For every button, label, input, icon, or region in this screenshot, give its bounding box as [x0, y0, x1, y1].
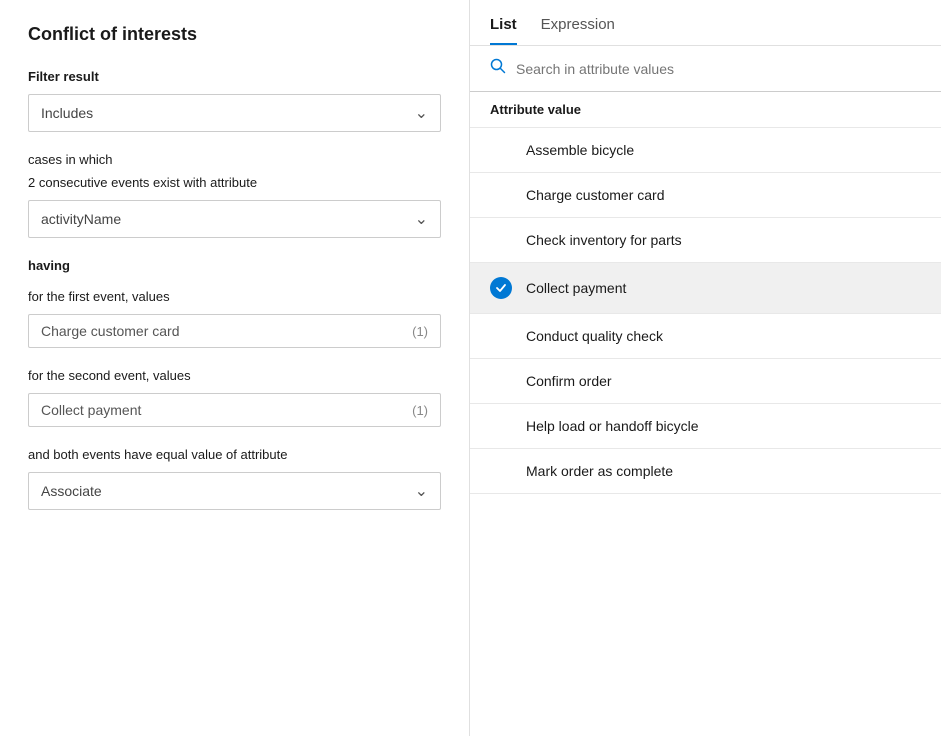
- left-panel: Conflict of interests Filter result Incl…: [0, 0, 470, 736]
- selected-check-icon: [490, 277, 512, 299]
- right-panel: List Expression Attribute value Assemble…: [470, 0, 941, 736]
- page-title: Conflict of interests: [28, 24, 441, 45]
- list-item[interactable]: Charge customer card: [470, 173, 941, 218]
- first-event-label: for the first event, values: [28, 289, 441, 304]
- filter-dropdown[interactable]: Includes ⌄: [28, 94, 441, 132]
- first-event-field[interactable]: Charge customer card (1): [28, 314, 441, 348]
- associate-dropdown-arrow-icon: ⌄: [415, 481, 428, 501]
- item-label-charge: Charge customer card: [526, 187, 665, 203]
- associate-dropdown[interactable]: Associate ⌄: [28, 472, 441, 510]
- list-item[interactable]: Check inventory for parts: [470, 218, 941, 263]
- second-event-value: Collect payment: [41, 402, 141, 418]
- cases-in-which-label: cases in which: [28, 152, 441, 167]
- first-event-count: (1): [412, 324, 428, 339]
- second-event-field[interactable]: Collect payment (1): [28, 393, 441, 427]
- item-label-mark-order: Mark order as complete: [526, 463, 673, 479]
- item-label-collect: Collect payment: [526, 280, 626, 296]
- list-item[interactable]: Confirm order: [470, 359, 941, 404]
- search-bar: [470, 46, 941, 92]
- tabs-bar: List Expression: [470, 0, 941, 46]
- item-label-help-load: Help load or handoff bicycle: [526, 418, 699, 434]
- having-label: having: [28, 258, 441, 273]
- list-item-selected[interactable]: Collect payment: [470, 263, 941, 314]
- search-icon: [490, 58, 506, 79]
- item-label-assemble: Assemble bicycle: [526, 142, 634, 158]
- filter-result-label: Filter result: [28, 69, 441, 84]
- equal-attr-text: and both events have equal value of attr…: [28, 447, 441, 462]
- associate-dropdown-value: Associate: [41, 483, 102, 499]
- tab-expression[interactable]: Expression: [541, 16, 615, 45]
- first-event-value: Charge customer card: [41, 323, 180, 339]
- item-label-confirm: Confirm order: [526, 373, 612, 389]
- attribute-list: Attribute value Assemble bicycle Charge …: [470, 92, 941, 736]
- second-event-count: (1): [412, 403, 428, 418]
- attribute-dropdown-value: activityName: [41, 211, 121, 227]
- filter-dropdown-value: Includes: [41, 105, 93, 121]
- tab-list[interactable]: List: [490, 16, 517, 45]
- list-item[interactable]: Help load or handoff bicycle: [470, 404, 941, 449]
- attribute-dropdown-arrow-icon: ⌄: [415, 209, 428, 229]
- list-item[interactable]: Assemble bicycle: [470, 128, 941, 173]
- second-event-label: for the second event, values: [28, 368, 441, 383]
- list-item[interactable]: Mark order as complete: [470, 449, 941, 494]
- item-label-check-inventory: Check inventory for parts: [526, 232, 682, 248]
- item-label-conduct: Conduct quality check: [526, 328, 663, 344]
- search-input[interactable]: [516, 61, 921, 77]
- attribute-dropdown[interactable]: activityName ⌄: [28, 200, 441, 238]
- list-item[interactable]: Conduct quality check: [470, 314, 941, 359]
- consecutive-text: 2 consecutive events exist with attribut…: [28, 175, 441, 190]
- filter-dropdown-arrow-icon: ⌄: [415, 103, 428, 123]
- attribute-header: Attribute value: [470, 92, 941, 128]
